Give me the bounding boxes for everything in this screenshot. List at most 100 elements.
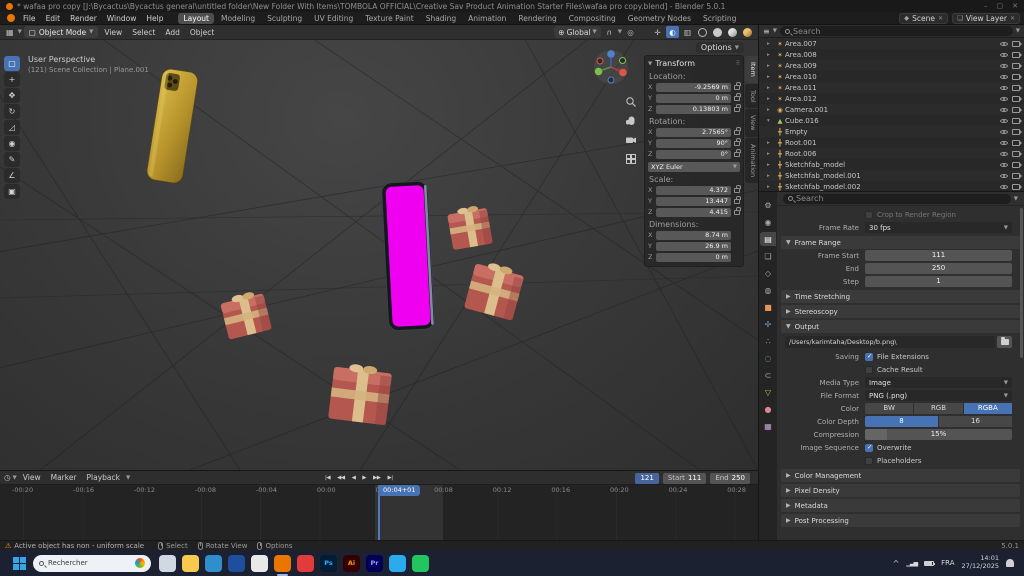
object-name[interactable]: Root.006: [785, 150, 1000, 158]
outliner-row[interactable]: ▸ ╋ Root.006: [759, 148, 1024, 159]
output[interactable]: ▤: [760, 232, 776, 246]
output-path-field[interactable]: /Users/karimtaha/Desktop/b.png\: [785, 336, 995, 348]
object-name[interactable]: Empty: [785, 128, 1000, 136]
remove-view-layer-icon[interactable]: ✕: [1010, 15, 1015, 22]
object-name[interactable]: Area.007: [785, 40, 1000, 48]
color-mode-option[interactable]: RGBA: [964, 403, 1012, 414]
pan-hand-icon[interactable]: [625, 115, 637, 127]
hide-viewport-icon[interactable]: [1000, 172, 1008, 180]
browse-folder-button[interactable]: [997, 336, 1012, 348]
hide-viewport-icon[interactable]: [1000, 128, 1008, 136]
file-extensions-checkbox[interactable]: [865, 353, 873, 361]
expand-arrow-icon[interactable]: ▸: [767, 162, 775, 168]
rotation-value-field[interactable]: 90°: [656, 139, 731, 148]
crop-region-checkbox[interactable]: [865, 211, 873, 219]
lock-icon[interactable]: [734, 210, 740, 215]
expand-arrow-icon[interactable]: ▸: [767, 41, 775, 47]
object-name[interactable]: Sketchfab_model: [785, 161, 1000, 169]
constraints[interactable]: ⊂: [760, 368, 776, 382]
disable-render-icon[interactable]: [1012, 96, 1020, 102]
lock-icon[interactable]: [734, 107, 740, 112]
rotation-value-field[interactable]: 0°: [656, 150, 731, 159]
editor-type-icon[interactable]: ▦: [4, 28, 16, 37]
menubar-menu[interactable]: File: [18, 14, 41, 23]
jump-to-start[interactable]: |◀: [322, 475, 333, 481]
gift-box-object[interactable]: [464, 259, 525, 321]
overlays-toggle-icon[interactable]: ◐: [666, 26, 679, 38]
lock-icon[interactable]: [734, 199, 740, 204]
expand-arrow-icon[interactable]: ▸: [767, 85, 775, 91]
magenta-phone-object[interactable]: [381, 181, 435, 331]
opera[interactable]: [297, 555, 314, 572]
timeline-menu[interactable]: Marker: [47, 473, 81, 482]
disable-render-icon[interactable]: [1012, 184, 1020, 190]
outliner-row[interactable]: ▸ ✶ Area.011: [759, 82, 1024, 93]
viewport-menu[interactable]: Add: [161, 28, 184, 37]
disable-render-icon[interactable]: [1012, 74, 1020, 80]
number-field[interactable]: 1: [865, 276, 1012, 287]
xray-toggle-icon[interactable]: ▥: [681, 26, 694, 38]
color-mode-option[interactable]: RGB: [914, 403, 962, 414]
outliner-row[interactable]: ▸ ◉ Camera.001: [759, 104, 1024, 115]
current-frame-field[interactable]: 121: [635, 473, 658, 484]
camera-view-icon[interactable]: [625, 134, 637, 146]
sidebar-tab[interactable]: Item: [745, 56, 758, 83]
word[interactable]: [228, 555, 245, 572]
location-value-field[interactable]: -9.2569 m: [656, 83, 731, 92]
options-dropdown[interactable]: Options ▼: [696, 42, 744, 53]
location-value-field[interactable]: 0 m: [656, 94, 731, 103]
next-keyframe[interactable]: ▶▶: [370, 475, 383, 481]
outliner-editor-icon[interactable]: ≡: [763, 27, 770, 36]
filter-icon[interactable]: ▼: [1016, 28, 1020, 34]
hide-viewport-icon[interactable]: [1000, 40, 1008, 48]
scale-tool[interactable]: ◿: [4, 120, 20, 135]
cursor-tool[interactable]: +: [4, 72, 20, 87]
lock-icon[interactable]: [734, 141, 740, 146]
outliner-search-input[interactable]: Search: [780, 26, 1013, 36]
object-data[interactable]: ▽: [760, 385, 776, 399]
disable-render-icon[interactable]: [1012, 129, 1020, 135]
lock-icon[interactable]: [734, 85, 740, 90]
hide-viewport-icon[interactable]: [1000, 84, 1008, 92]
scrollbar[interactable]: [1020, 208, 1023, 358]
annotate-tool[interactable]: ✎: [4, 152, 20, 167]
expand-arrow-icon[interactable]: ▸: [767, 96, 775, 102]
texture[interactable]: ▦: [760, 419, 776, 433]
shading-wireframe-icon[interactable]: [696, 26, 709, 38]
placeholders-checkbox[interactable]: [865, 457, 873, 465]
expand-arrow-icon[interactable]: ▸: [767, 63, 775, 69]
maximize-button[interactable]: ▢: [997, 2, 1004, 10]
outliner-row[interactable]: ▸ ✶ Area.010: [759, 71, 1024, 82]
timeline-editor-icon[interactable]: ◷: [4, 473, 11, 482]
dimension-value-field[interactable]: 0 m: [656, 253, 731, 262]
expand-arrow-icon[interactable]: ▸: [767, 184, 775, 190]
disable-render-icon[interactable]: [1012, 162, 1020, 168]
workspace-tab[interactable]: Rendering: [513, 13, 561, 24]
outliner-row[interactable]: ▸ ✶ Area.007: [759, 38, 1024, 49]
outliner-row[interactable]: ▸ ╋ Sketchfab_model: [759, 159, 1024, 170]
viewport-canvas[interactable]: ▢+✥↻◿◉✎∠▣ User Perspective (121) Scene C…: [0, 40, 758, 470]
lock-icon[interactable]: [734, 96, 740, 101]
expand-arrow-icon[interactable]: ▸: [767, 151, 775, 157]
location-value-field[interactable]: 0.13803 m: [656, 105, 731, 114]
playhead-time-badge[interactable]: 00:04+01: [378, 485, 420, 496]
unlink-scene-icon[interactable]: ✕: [938, 15, 943, 22]
scale-value-field[interactable]: 13.447: [656, 197, 731, 206]
rotation-value-field[interactable]: 2.7565°: [656, 128, 731, 137]
expand-arrow-icon[interactable]: ▸: [767, 173, 775, 179]
material[interactable]: ●: [760, 402, 776, 416]
rotate-tool[interactable]: ↻: [4, 104, 20, 119]
shading-solid-icon[interactable]: [711, 26, 724, 38]
dimension-value-field[interactable]: 8.74 m: [656, 231, 731, 240]
frame-end-field[interactable]: End 250: [710, 473, 750, 484]
whatsapp[interactable]: [412, 555, 429, 572]
color-mode-option[interactable]: BW: [865, 403, 913, 414]
object-name[interactable]: Sketchfab_model.001: [785, 172, 1000, 180]
workspace-tab[interactable]: Texture Paint: [360, 13, 418, 24]
sidebar-tab[interactable]: Animation: [745, 138, 758, 183]
workspace-tab[interactable]: Compositing: [564, 13, 621, 24]
hide-viewport-icon[interactable]: [1000, 150, 1008, 158]
premiere[interactable]: Pr: [366, 555, 383, 572]
hidden-icons-chevron[interactable]: ^: [893, 559, 900, 568]
frame-start-field[interactable]: Start 111: [663, 473, 706, 484]
